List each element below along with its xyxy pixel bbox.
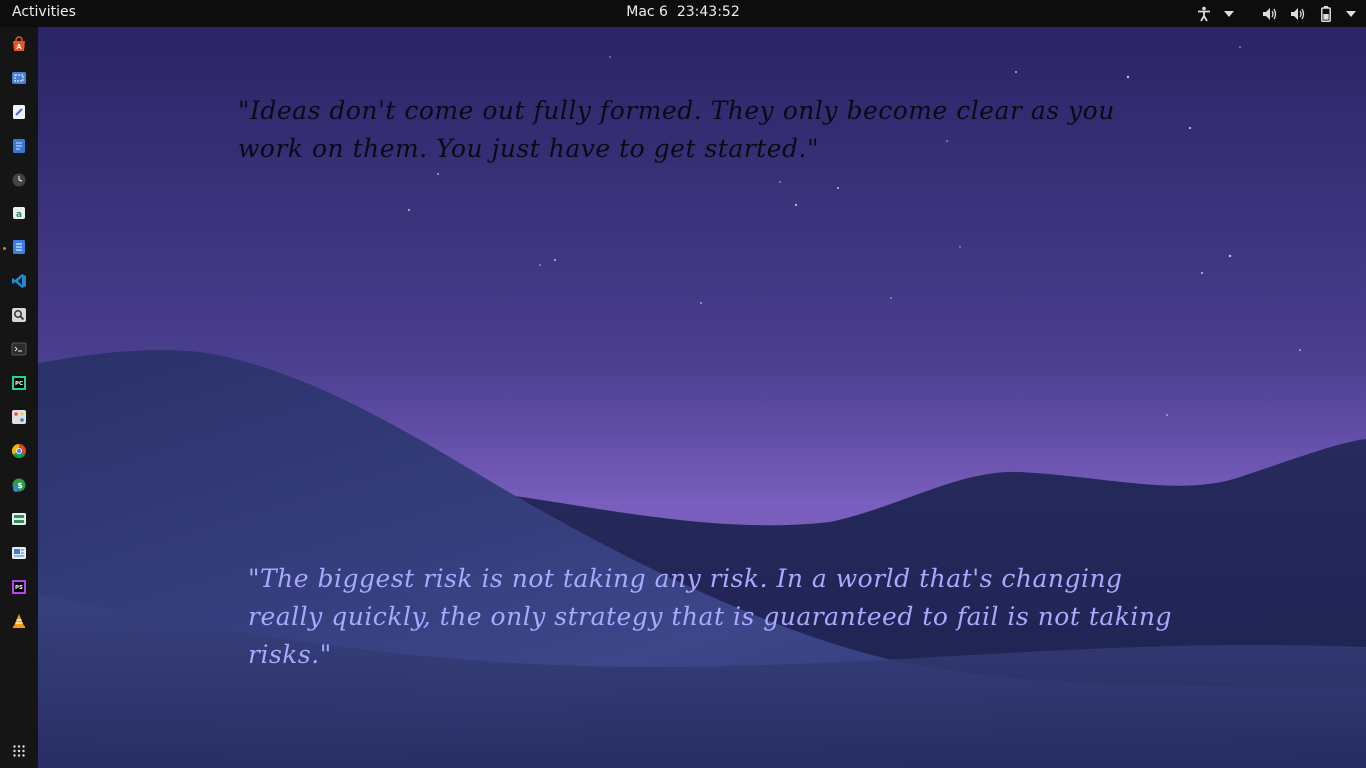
accessibility-menu[interactable] <box>1190 0 1234 27</box>
clock-icon[interactable] <box>9 170 29 190</box>
activities-button[interactable]: Activities <box>12 4 76 20</box>
archive-icon[interactable]: a <box>9 203 29 223</box>
chrome-icon[interactable] <box>9 441 29 461</box>
money-manager-icon[interactable]: $ <box>9 475 29 495</box>
presentation-icon[interactable] <box>9 543 29 563</box>
system-menu[interactable] <box>1256 0 1356 27</box>
volume-icon <box>1289 5 1307 23</box>
vscode-icon[interactable] <box>9 271 29 291</box>
svg-text:PS: PS <box>15 585 23 591</box>
volume-icon <box>1261 5 1279 23</box>
system-monitor-icon[interactable] <box>9 509 29 529</box>
svg-text:a: a <box>16 210 22 220</box>
screenshot-icon[interactable] <box>9 68 29 88</box>
notes-icon[interactable] <box>9 136 29 156</box>
svg-text:PC: PC <box>15 381 23 387</box>
image-viewer-icon[interactable] <box>9 407 29 427</box>
top-bar: Activities Mac 6 23:43:52 <box>0 0 1366 27</box>
terminal-icon[interactable] <box>9 339 29 359</box>
clock-date: Mac 6 <box>626 4 668 20</box>
search-icon[interactable] <box>9 305 29 325</box>
phpstorm-icon[interactable]: PS <box>9 577 29 597</box>
vlc-icon[interactable] <box>9 611 29 631</box>
chevron-down-icon <box>1224 10 1234 17</box>
dock: A a PC $ PS <box>0 27 38 768</box>
ubuntu-software-icon[interactable]: A <box>9 34 29 54</box>
running-indicator <box>3 247 6 250</box>
pycharm-icon[interactable]: PC <box>9 373 29 393</box>
chevron-down-icon <box>1346 10 1356 17</box>
svg-text:$: $ <box>17 481 23 490</box>
document-viewer-icon[interactable] <box>9 237 29 257</box>
text-editor-icon[interactable] <box>9 102 29 122</box>
clock: Mac 6 23:43:52 <box>0 4 1366 20</box>
accessibility-icon <box>1195 5 1213 23</box>
clock-time: 23:43:52 <box>676 4 740 20</box>
desktop-quote-top: "Ideas don't come out fully formed. They… <box>238 96 1115 163</box>
battery-icon <box>1317 5 1335 23</box>
desktop-quote-bottom: "The biggest risk is not taking any risk… <box>248 564 1173 669</box>
svg-text:A: A <box>16 43 22 51</box>
clock-button[interactable]: Mac 6 23:43:52 <box>626 4 740 20</box>
grid-icon[interactable] <box>9 741 29 761</box>
